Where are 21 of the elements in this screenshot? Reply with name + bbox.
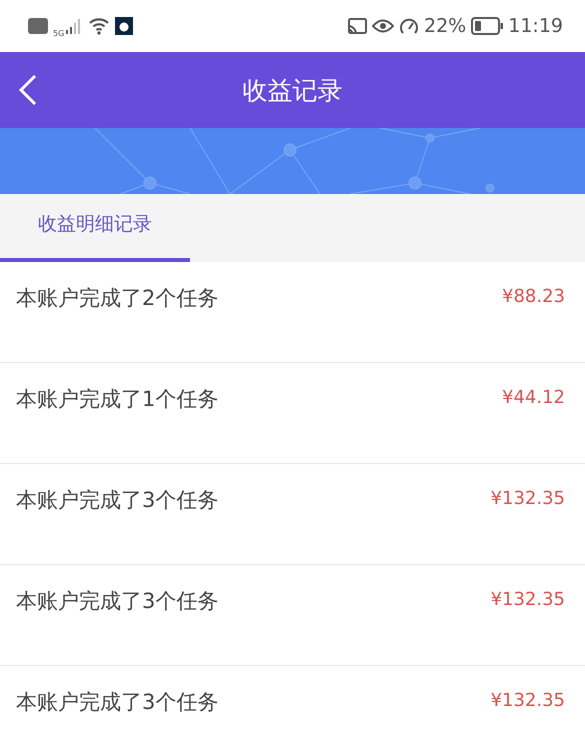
record-description: 本账户完成了1个任务	[16, 386, 218, 413]
record-amount: ¥132.35	[490, 589, 565, 610]
record-description: 本账户完成了2个任务	[16, 285, 218, 312]
back-button[interactable]	[18, 74, 38, 106]
wifi-icon	[88, 17, 110, 35]
record-amount: ¥132.35	[490, 690, 565, 711]
cast-icon	[347, 17, 367, 35]
record-description: 本账户完成了3个任务	[16, 588, 218, 615]
app-icon	[115, 17, 134, 35]
gauge-icon	[399, 17, 419, 35]
battery-percent: 22%	[424, 15, 466, 37]
record-amount: ¥44.12	[502, 387, 565, 408]
record-amount: ¥132.35	[490, 488, 565, 509]
eye-icon	[372, 18, 394, 34]
clock-time: 11:19	[508, 15, 563, 37]
record-description: 本账户完成了3个任务	[16, 689, 218, 716]
record-amount: ¥88.23	[502, 286, 565, 307]
record-description: 本账户完成了3个任务	[16, 487, 218, 514]
page-title: 收益记录	[242, 74, 342, 106]
battery-icon	[471, 17, 504, 35]
network-label: 5G	[53, 28, 64, 38]
